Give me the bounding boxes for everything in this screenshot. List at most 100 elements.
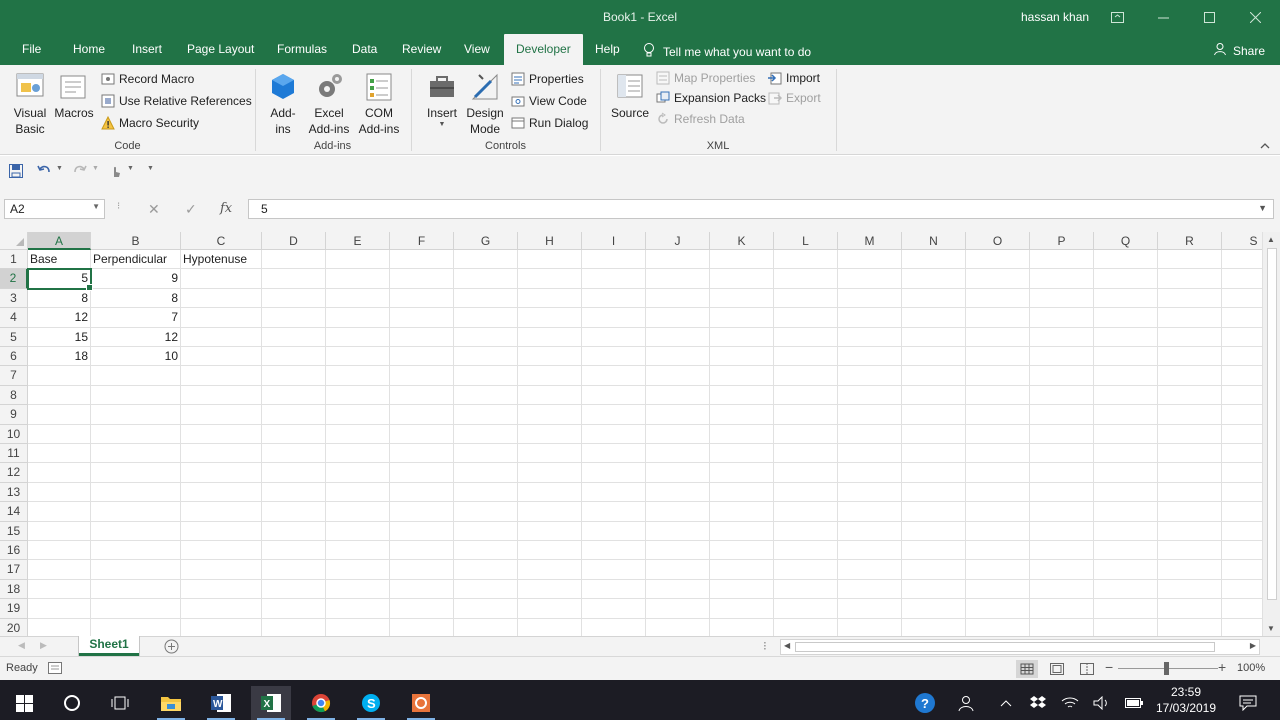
- cell-h15[interactable]: [518, 521, 582, 541]
- cell-n3[interactable]: [902, 288, 966, 309]
- column-header-k[interactable]: K: [710, 232, 774, 250]
- cell-q15[interactable]: [1094, 521, 1158, 541]
- cell-s6[interactable]: [1222, 347, 1262, 367]
- zoom-slider-thumb[interactable]: [1164, 662, 1169, 675]
- cell-r14[interactable]: [1158, 502, 1222, 522]
- cell-s16[interactable]: [1222, 541, 1262, 561]
- row-header-13[interactable]: 13: [0, 482, 28, 503]
- cell-g12[interactable]: [454, 463, 518, 483]
- cell-k6[interactable]: [710, 347, 774, 367]
- cell-r5[interactable]: [1158, 327, 1222, 347]
- cell-g3[interactable]: [454, 288, 518, 309]
- cell-m10[interactable]: [838, 424, 902, 444]
- cell-o8[interactable]: [966, 385, 1030, 406]
- cell-p10[interactable]: [1030, 424, 1094, 444]
- cell-f4[interactable]: [390, 308, 454, 328]
- cell-n2[interactable]: [902, 269, 966, 289]
- cell-r11[interactable]: [1158, 444, 1222, 464]
- row-header-19[interactable]: 19: [0, 599, 28, 619]
- cell-p18[interactable]: [1030, 579, 1094, 600]
- column-header-o[interactable]: O: [966, 232, 1030, 250]
- cell-c16[interactable]: [181, 541, 262, 561]
- cell-h13[interactable]: [518, 482, 582, 503]
- cell-o20[interactable]: [966, 618, 1030, 636]
- cell-m13[interactable]: [838, 482, 902, 503]
- cell-f10[interactable]: [390, 424, 454, 444]
- cell-o12[interactable]: [966, 463, 1030, 483]
- cell-e6[interactable]: [326, 347, 390, 367]
- cell-g6[interactable]: [454, 347, 518, 367]
- column-header-h[interactable]: H: [518, 232, 582, 250]
- close-icon[interactable]: [1244, 6, 1266, 28]
- cell-l4[interactable]: [774, 308, 838, 328]
- cell-o6[interactable]: [966, 347, 1030, 367]
- cell-i16[interactable]: [582, 541, 646, 561]
- cell-r8[interactable]: [1158, 385, 1222, 406]
- minimize-icon[interactable]: [1152, 6, 1174, 28]
- cell-s12[interactable]: [1222, 463, 1262, 483]
- page-layout-view-icon[interactable]: [1050, 663, 1064, 678]
- macro-security-button[interactable]: Macro Security: [101, 114, 199, 132]
- cell-m11[interactable]: [838, 444, 902, 464]
- cell-m3[interactable]: [838, 288, 902, 309]
- scroll-up-icon[interactable]: ▲: [1267, 235, 1275, 244]
- cell-i7[interactable]: [582, 366, 646, 386]
- cell-p3[interactable]: [1030, 288, 1094, 309]
- macro-recording-icon[interactable]: [48, 662, 62, 677]
- tab-formulas[interactable]: Formulas: [277, 42, 327, 65]
- cell-j14[interactable]: [646, 502, 710, 522]
- cell-q9[interactable]: [1094, 405, 1158, 425]
- cell-e19[interactable]: [326, 599, 390, 619]
- cell-m17[interactable]: [838, 560, 902, 580]
- cell-c9[interactable]: [181, 405, 262, 425]
- cell-g15[interactable]: [454, 521, 518, 541]
- cell-b13[interactable]: [91, 482, 181, 503]
- cell-d18[interactable]: [262, 579, 326, 600]
- touch-mode-icon[interactable]: [108, 163, 124, 179]
- cell-r9[interactable]: [1158, 405, 1222, 425]
- cell-f2[interactable]: [390, 269, 454, 289]
- cell-b9[interactable]: [91, 405, 181, 425]
- cell-j11[interactable]: [646, 444, 710, 464]
- file-explorer-icon[interactable]: [151, 686, 191, 720]
- cell-a4[interactable]: 12: [28, 308, 91, 328]
- row-header-11[interactable]: 11: [0, 444, 28, 464]
- cell-k12[interactable]: [710, 463, 774, 483]
- cell-c7[interactable]: [181, 366, 262, 386]
- cell-e1[interactable]: [326, 250, 390, 270]
- new-sheet-icon[interactable]: [164, 639, 179, 657]
- row-header-12[interactable]: 12: [0, 463, 28, 483]
- cell-n7[interactable]: [902, 366, 966, 386]
- cell-n9[interactable]: [902, 405, 966, 425]
- cell-r4[interactable]: [1158, 308, 1222, 328]
- cell-s11[interactable]: [1222, 444, 1262, 464]
- cell-l15[interactable]: [774, 521, 838, 541]
- screen-recorder-icon[interactable]: [401, 686, 441, 720]
- cell-l17[interactable]: [774, 560, 838, 580]
- cell-i15[interactable]: [582, 521, 646, 541]
- excel-add-ins-button[interactable]: Excel Add-ins: [306, 71, 352, 137]
- cell-g7[interactable]: [454, 366, 518, 386]
- zoom-out-icon[interactable]: −: [1105, 659, 1113, 675]
- normal-view-icon[interactable]: [1016, 660, 1038, 678]
- cell-i4[interactable]: [582, 308, 646, 328]
- cell-g5[interactable]: [454, 327, 518, 347]
- cell-a19[interactable]: [28, 599, 91, 619]
- cell-q13[interactable]: [1094, 482, 1158, 503]
- save-icon[interactable]: [8, 163, 24, 179]
- cell-b4[interactable]: 7: [91, 308, 181, 328]
- cell-q7[interactable]: [1094, 366, 1158, 386]
- cell-f6[interactable]: [390, 347, 454, 367]
- cell-p16[interactable]: [1030, 541, 1094, 561]
- cell-l10[interactable]: [774, 424, 838, 444]
- cell-s20[interactable]: [1222, 619, 1262, 636]
- cell-m8[interactable]: [838, 385, 902, 406]
- cell-e7[interactable]: [326, 366, 390, 386]
- cell-c19[interactable]: [181, 599, 262, 619]
- cell-a16[interactable]: [28, 541, 91, 561]
- cell-c14[interactable]: [181, 502, 262, 522]
- cell-i10[interactable]: [582, 424, 646, 444]
- cell-j4[interactable]: [646, 308, 710, 328]
- cell-a8[interactable]: [28, 385, 91, 406]
- cell-r2[interactable]: [1158, 269, 1222, 289]
